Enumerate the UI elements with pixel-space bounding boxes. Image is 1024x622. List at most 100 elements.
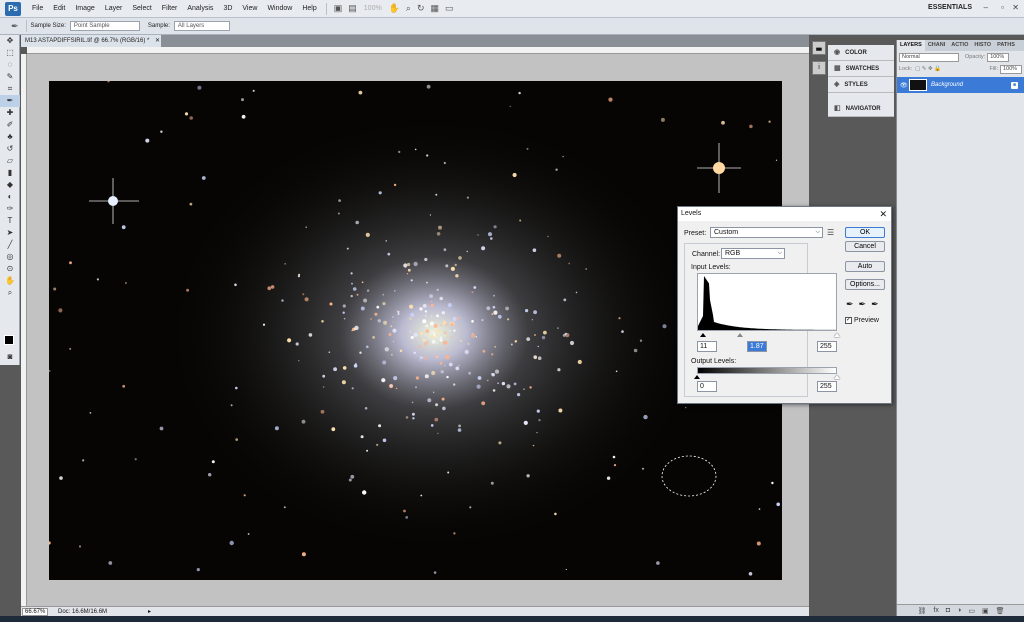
menu-image[interactable]: Image xyxy=(70,5,99,12)
tab-layers[interactable]: LAYERS xyxy=(897,40,925,51)
gradient-tool-icon[interactable]: ▮ xyxy=(0,167,20,179)
layer-style-icon[interactable]: fx xyxy=(933,607,938,614)
status-menu-icon[interactable]: ▸ xyxy=(148,608,151,615)
clone-stamp-tool-icon[interactable]: ♣ xyxy=(0,131,20,143)
styles-panel-button[interactable]: ◈ STYLES xyxy=(828,77,894,93)
input-black-field[interactable]: 11 xyxy=(697,341,717,352)
output-levels-slider[interactable] xyxy=(694,375,840,379)
input-black-handle[interactable] xyxy=(700,333,707,337)
tab-paths[interactable]: PATHS xyxy=(994,40,1018,51)
preview-check-icon[interactable]: ✓ xyxy=(845,317,852,324)
hand-tool-icon[interactable]: ✋ xyxy=(0,275,20,287)
preview-checkbox[interactable]: ✓ Preview xyxy=(845,317,879,324)
sample-select[interactable]: All Layers xyxy=(173,21,230,31)
new-group-icon[interactable]: ▭ xyxy=(968,607,975,615)
lock-icons[interactable]: ▢ ✎ ✥ 🔒 xyxy=(915,66,941,72)
zoom-tool-icon[interactable]: ⌕ xyxy=(403,3,414,14)
auto-button[interactable]: Auto xyxy=(845,261,885,272)
histogram-panel-icon[interactable]: ▃ xyxy=(812,41,826,55)
eraser-tool-icon[interactable]: ▱ xyxy=(0,155,20,167)
path-select-tool-icon[interactable]: ➤ xyxy=(0,227,20,239)
output-black-handle[interactable] xyxy=(694,375,700,379)
gray-point-eyedropper-icon[interactable]: ✒ xyxy=(859,299,867,310)
hand-tool-icon[interactable]: ✋ xyxy=(386,3,403,14)
bridge-icon[interactable]: ▣ xyxy=(331,3,346,14)
screen-mode-icon[interactable]: ▭ xyxy=(442,3,457,14)
adjustment-layer-icon[interactable]: ◑ xyxy=(957,607,961,614)
input-levels-slider[interactable] xyxy=(697,333,840,337)
arrange-docs-icon[interactable]: ▦ xyxy=(428,3,443,14)
shape-tool-icon[interactable]: ╱ xyxy=(0,239,20,251)
marquee-tool-icon[interactable]: ⬚ xyxy=(0,47,20,59)
visibility-eye-icon[interactable]: 👁 xyxy=(900,82,908,89)
blend-mode-select[interactable]: Normal xyxy=(899,52,959,62)
navigator-panel-button[interactable]: ◧ NAVIGATOR xyxy=(828,101,894,117)
white-point-eyedropper-icon[interactable]: ✒ xyxy=(871,299,879,310)
input-white-field[interactable]: 255 xyxy=(817,341,837,352)
layer-background[interactable]: 👁 Background ■ xyxy=(897,77,1024,93)
levels-title-bar[interactable]: Levels ✕ xyxy=(678,207,891,221)
layer-mask-icon[interactable]: ◘ xyxy=(946,607,950,614)
menu-file[interactable]: File xyxy=(27,5,48,12)
info-panel-icon[interactable]: i xyxy=(812,61,826,75)
tab-close-icon[interactable]: ✕ xyxy=(155,38,160,44)
output-white-handle[interactable] xyxy=(834,375,840,379)
fill-field[interactable]: 100% xyxy=(1000,64,1022,74)
zoom-field[interactable]: 66.67% xyxy=(22,607,48,616)
preset-select[interactable]: Custom ⌵ xyxy=(710,227,823,238)
mini-bridge-icon[interactable]: ▤ xyxy=(345,3,360,14)
cancel-button[interactable]: Cancel xyxy=(845,241,885,252)
quick-select-tool-icon[interactable]: ✎ xyxy=(0,71,20,83)
swatches-panel-button[interactable]: ▦ SWATCHES xyxy=(828,61,894,77)
menu-help[interactable]: Help xyxy=(297,5,321,12)
tab-history[interactable]: HISTO xyxy=(971,40,994,51)
crop-tool-icon[interactable]: ⌗ xyxy=(0,83,20,95)
dodge-tool-icon[interactable]: ◐ xyxy=(0,191,20,203)
maximize-icon[interactable]: ▫ xyxy=(1001,3,1004,12)
zoom-tool-icon[interactable]: ⌕ xyxy=(0,287,20,299)
delete-layer-icon[interactable]: 🗑 xyxy=(996,607,1005,615)
foreground-color-swatch[interactable] xyxy=(4,335,14,345)
output-black-field[interactable]: 0 xyxy=(697,381,717,392)
new-layer-icon[interactable]: ▣ xyxy=(982,607,989,615)
doc-info[interactable]: Doc: 16.6M/16.6M xyxy=(58,609,148,615)
opacity-field[interactable]: 100% xyxy=(987,52,1010,62)
healing-brush-tool-icon[interactable]: ✚ xyxy=(0,107,20,119)
menu-window[interactable]: Window xyxy=(262,5,297,12)
channel-select[interactable]: RGB ⌵ xyxy=(721,248,785,259)
history-brush-tool-icon[interactable]: ↺ xyxy=(0,143,20,155)
document-tab[interactable]: M13 ASTAPDIFFSIRIL.tif @ 66.7% (RGB/16) … xyxy=(21,35,161,47)
eyedropper-icon[interactable]: ✒ xyxy=(8,21,22,32)
lasso-tool-icon[interactable]: ◌ xyxy=(0,59,20,71)
pen-tool-icon[interactable]: ✑ xyxy=(0,203,20,215)
options-button[interactable]: Options... xyxy=(845,279,885,290)
black-point-eyedropper-icon[interactable]: ✒ xyxy=(846,299,854,310)
move-tool-icon[interactable]: ✥ xyxy=(0,35,20,47)
tab-actions[interactable]: ACTIO xyxy=(948,40,971,51)
input-white-handle[interactable] xyxy=(834,333,840,337)
minimize-icon[interactable]: – xyxy=(984,3,988,12)
eyedropper-tool-icon[interactable]: ✒ xyxy=(0,95,20,107)
brush-tool-icon[interactable]: ✐ xyxy=(0,119,20,131)
workspace-switcher[interactable]: ESSENTIALS xyxy=(928,4,972,11)
link-layers-icon[interactable]: ⛓ xyxy=(918,607,927,615)
levels-close-icon[interactable]: ✕ xyxy=(879,207,887,221)
image-canvas[interactable] xyxy=(47,80,782,580)
preset-options-icon[interactable]: ☰ xyxy=(827,228,834,237)
3d-rotate-tool-icon[interactable]: ◎ xyxy=(0,251,20,263)
menu-layer[interactable]: Layer xyxy=(100,5,128,12)
close-icon[interactable]: ✕ xyxy=(1012,3,1019,12)
output-white-field[interactable]: 255 xyxy=(817,381,837,392)
type-tool-icon[interactable]: T xyxy=(0,215,20,227)
3d-orbit-tool-icon[interactable]: ⊙ xyxy=(0,263,20,275)
zoom-level[interactable]: 100% xyxy=(360,5,386,12)
blur-tool-icon[interactable]: ◆ xyxy=(0,179,20,191)
input-gamma-handle[interactable] xyxy=(736,333,743,337)
input-gamma-field[interactable]: 1.87 xyxy=(747,341,767,352)
menu-analysis[interactable]: Analysis xyxy=(182,5,218,12)
menu-view[interactable]: View xyxy=(237,5,262,12)
sample-size-select[interactable]: Point Sample xyxy=(69,21,140,31)
color-panel-button[interactable]: ◉ COLOR xyxy=(828,45,894,61)
menu-3d[interactable]: 3D xyxy=(218,5,237,12)
quick-mask-icon[interactable]: ◙ xyxy=(0,351,20,363)
